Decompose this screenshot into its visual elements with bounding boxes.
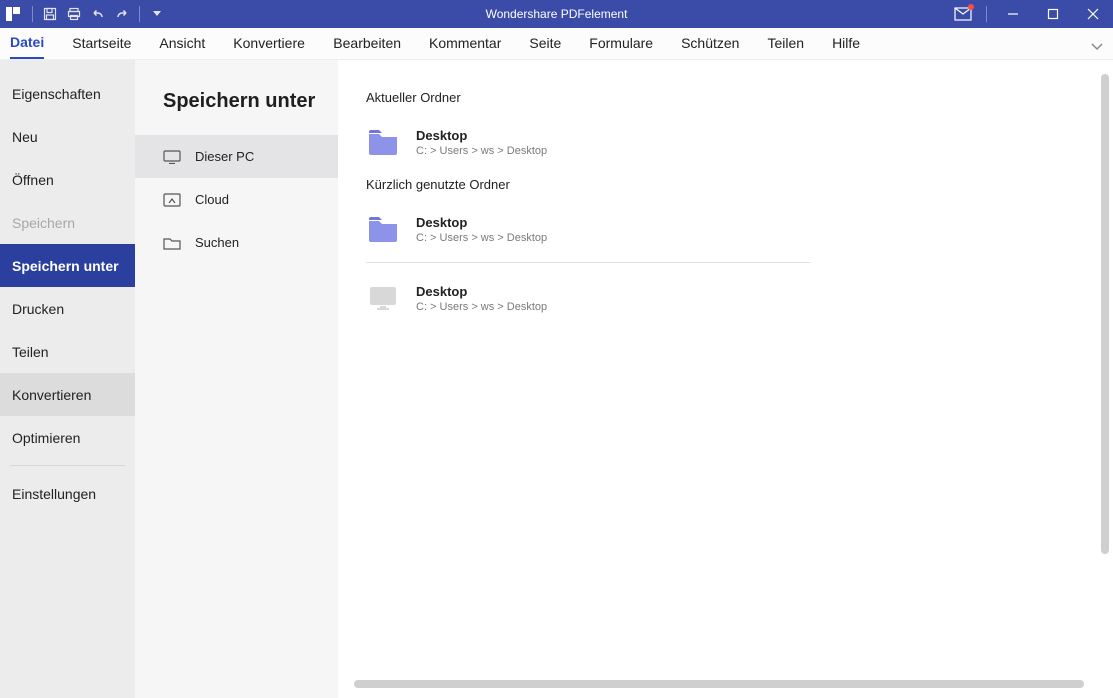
file-menu-oeffnen[interactable]: Öffnen xyxy=(0,158,135,201)
file-menu-teilen[interactable]: Teilen xyxy=(0,330,135,373)
redo-icon[interactable] xyxy=(111,3,133,25)
print-icon[interactable] xyxy=(63,3,85,25)
folder-path: C: > Users > ws > Desktop xyxy=(416,145,547,157)
app-logo-icon xyxy=(4,5,22,23)
quick-access-toolbar xyxy=(28,3,168,25)
tab-seite[interactable]: Seite xyxy=(529,27,561,59)
tab-teilen[interactable]: Teilen xyxy=(767,27,804,59)
saveas-title: Speichern unter xyxy=(135,60,338,135)
folder-path: C: > Users > ws > Desktop xyxy=(416,301,547,313)
monitor-grey-icon xyxy=(366,283,400,313)
tab-bearbeiten[interactable]: Bearbeiten xyxy=(333,27,401,59)
source-cloud[interactable]: Cloud xyxy=(135,178,338,221)
folder-name: Desktop xyxy=(416,284,547,299)
folder-purple-icon xyxy=(366,214,400,244)
ribbon-tabs: Datei Startseite Ansicht Konvertieren Be… xyxy=(0,28,1113,60)
file-menu-neu[interactable]: Neu xyxy=(0,115,135,158)
file-menu-speichern: Speichern xyxy=(0,201,135,244)
file-menu-optimieren[interactable]: Optimieren xyxy=(0,416,135,459)
file-menu-drucken[interactable]: Drucken xyxy=(0,287,135,330)
notifications-icon[interactable] xyxy=(946,0,980,28)
tab-hilfe[interactable]: Hilfe xyxy=(832,27,860,59)
recent-folder-header: Kürzlich genutzte Ordner xyxy=(366,177,1089,192)
file-menu-eigenschaften[interactable]: Eigenschaften xyxy=(0,72,135,115)
tab-ansicht[interactable]: Ansicht xyxy=(159,27,205,59)
qat-dropdown-icon[interactable] xyxy=(146,3,168,25)
saveas-source-column: Speichern unter Dieser PC Cloud Suchen xyxy=(135,60,338,698)
source-label: Cloud xyxy=(195,192,229,207)
saveas-content: Aktueller Ordner Desktop C: > Users > ws… xyxy=(338,60,1113,698)
horizontal-scrollbar[interactable] xyxy=(354,680,1084,688)
folder-row[interactable]: Desktop C: > Users > ws > Desktop xyxy=(366,275,1089,321)
file-menu-einstellungen[interactable]: Einstellungen xyxy=(0,472,135,515)
tab-datei[interactable]: Datei xyxy=(10,27,44,59)
folder-name: Desktop xyxy=(416,215,547,230)
ribbon-expand-icon[interactable] xyxy=(1091,38,1103,56)
divider xyxy=(10,465,125,466)
file-menu-speichern-unter[interactable]: Speichern unter xyxy=(0,244,135,287)
folder-row[interactable]: Desktop C: > Users > ws > Desktop xyxy=(366,206,1089,252)
folder-icon xyxy=(163,236,181,250)
undo-icon[interactable] xyxy=(87,3,109,25)
folder-row[interactable]: Desktop C: > Users > ws > Desktop xyxy=(366,119,1089,165)
file-menu-konvertieren[interactable]: Konvertieren xyxy=(0,373,135,416)
vertical-scrollbar[interactable] xyxy=(1101,74,1109,554)
folder-name: Desktop xyxy=(416,128,547,143)
monitor-icon xyxy=(163,150,181,164)
file-menu-sidebar: Eigenschaften Neu Öffnen Speichern Speic… xyxy=(0,60,135,698)
source-dieser-pc[interactable]: Dieser PC xyxy=(135,135,338,178)
maximize-button[interactable] xyxy=(1033,0,1073,28)
current-folder-header: Aktueller Ordner xyxy=(366,90,1089,105)
tab-startseite[interactable]: Startseite xyxy=(72,27,131,59)
title-bar: Wondershare PDFelement xyxy=(0,0,1113,28)
tab-formulare[interactable]: Formulare xyxy=(589,27,653,59)
source-suchen[interactable]: Suchen xyxy=(135,221,338,264)
notification-badge xyxy=(968,4,974,10)
cloud-icon xyxy=(163,193,181,207)
source-label: Dieser PC xyxy=(195,149,254,164)
folder-path: C: > Users > ws > Desktop xyxy=(416,232,547,244)
close-button[interactable] xyxy=(1073,0,1113,28)
tab-kommentar[interactable]: Kommentar xyxy=(429,27,501,59)
tab-konvertieren[interactable]: Konvertieren xyxy=(233,27,305,59)
source-label: Suchen xyxy=(195,235,239,250)
main-content: Eigenschaften Neu Öffnen Speichern Speic… xyxy=(0,60,1113,698)
tab-schuetzen[interactable]: Schützen xyxy=(681,27,739,59)
minimize-button[interactable] xyxy=(993,0,1033,28)
save-icon[interactable] xyxy=(39,3,61,25)
folder-purple-icon xyxy=(366,127,400,157)
divider xyxy=(366,262,811,263)
